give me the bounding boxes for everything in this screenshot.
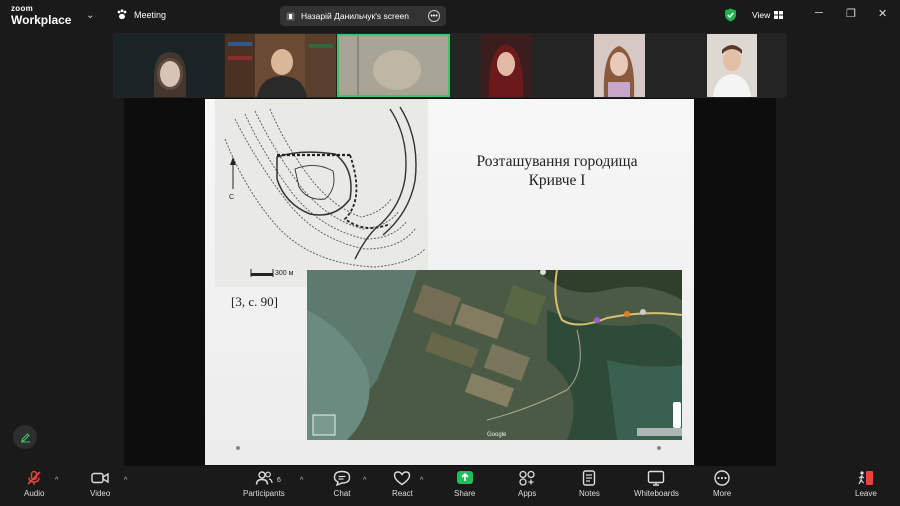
slide-title: Розташування городища Кривче I: [445, 152, 669, 190]
restore-icon[interactable]: ❐: [846, 7, 856, 20]
view-button[interactable]: View: [752, 10, 784, 20]
video-button[interactable]: Video: [90, 470, 110, 498]
whiteboards-button[interactable]: Whiteboards: [634, 470, 679, 498]
slide-dot-marker: [236, 446, 240, 450]
leave-door-icon: [858, 471, 873, 485]
video-options-caret-icon[interactable]: ^: [124, 477, 127, 484]
zoom-logo: zoom Workplace: [11, 4, 72, 27]
map-scale-label: 300 м: [275, 270, 294, 277]
slide-title-line1: Розташування городища: [476, 153, 638, 170]
leave-button[interactable]: Leave: [855, 470, 877, 498]
participant-avatar: [594, 34, 645, 97]
participants-label: Participants: [243, 489, 285, 498]
participant-video[interactable]: [481, 34, 532, 97]
ellipsis-icon[interactable]: •••: [428, 10, 440, 22]
screen-share-icon: [286, 12, 295, 20]
audio-label: Audio: [24, 489, 45, 498]
meeting-label: Meeting: [134, 9, 167, 20]
apps-icon: [519, 470, 535, 486]
meeting-toolbar: Audio ^ Video ^ Participants 6 ^ Chat ^ …: [0, 466, 900, 506]
react-options-caret-icon[interactable]: ^: [420, 477, 423, 484]
participant-avatar: [481, 34, 532, 97]
participant-video-active-speaker[interactable]: [337, 34, 450, 97]
whiteboards-label: Whiteboards: [634, 489, 679, 498]
chat-label: Chat: [333, 489, 351, 498]
logo-text-top: zoom: [11, 4, 34, 13]
audio-button[interactable]: Audio: [24, 470, 44, 498]
chat-options-caret-icon[interactable]: ^: [363, 477, 366, 484]
meeting-info-button[interactable]: Meeting: [116, 9, 166, 20]
topographic-map-drawing: C 300 м: [215, 99, 428, 287]
google-attribution: Google: [487, 432, 507, 438]
participant-video[interactable]: [594, 34, 645, 97]
more-label: More: [713, 489, 732, 498]
chevron-down-icon[interactable]: ⌄: [86, 10, 94, 21]
participant-video[interactable]: [225, 34, 336, 97]
heart-icon: [394, 471, 411, 486]
apps-button[interactable]: Apps: [518, 470, 536, 498]
satellite-image: Google: [307, 270, 682, 440]
grid-icon: [774, 11, 784, 19]
video-camera-icon: [91, 472, 109, 484]
share-button[interactable]: Share: [454, 470, 475, 498]
slide-dot-marker: [657, 446, 661, 450]
video-label: Video: [90, 489, 111, 498]
participant-video[interactable]: [707, 34, 757, 97]
notes-button[interactable]: Notes: [579, 470, 600, 498]
annotate-button[interactable]: [13, 425, 37, 449]
slide-citation: [3, с. 90]: [231, 294, 278, 309]
participant-avatar: [154, 52, 186, 97]
notes-icon: [583, 470, 596, 486]
participants-options-caret-icon[interactable]: ^: [300, 477, 303, 484]
pencil-icon: [20, 432, 30, 442]
notes-label: Notes: [579, 489, 600, 498]
view-label: View: [752, 10, 771, 20]
screen-share-label: Назарій Данильчук's screen: [301, 11, 410, 21]
share-screen-icon: [456, 471, 473, 484]
microphone-muted-icon: [27, 470, 41, 485]
svg-text:C: C: [229, 194, 234, 201]
slide-title-line2: Кривче I: [528, 172, 586, 189]
security-shield-icon[interactable]: [724, 8, 737, 22]
paw-icon: [117, 9, 127, 20]
participant-avatar: [225, 34, 336, 97]
chat-button[interactable]: Chat: [333, 470, 351, 498]
participant-avatar: [337, 34, 450, 97]
leave-label: Leave: [855, 489, 877, 498]
participant-avatar: [707, 34, 757, 97]
minimize-icon[interactable]: ─: [815, 7, 823, 19]
whiteboard-icon: [648, 470, 665, 486]
apps-label: Apps: [518, 489, 537, 498]
react-button[interactable]: React: [392, 470, 413, 498]
more-button[interactable]: More: [713, 470, 731, 498]
participant-video[interactable]: [114, 34, 224, 97]
participants-icon: [255, 471, 273, 485]
more-icon: [714, 470, 730, 486]
participants-button[interactable]: Participants: [243, 470, 285, 498]
screen-share-indicator[interactable]: Назарій Данильчук's screen •••: [280, 6, 446, 26]
audio-options-caret-icon[interactable]: ^: [55, 477, 58, 484]
logo-text-bottom: Workplace: [11, 13, 72, 27]
react-label: React: [392, 489, 413, 498]
close-icon[interactable]: ✕: [878, 7, 887, 20]
chat-bubble-icon: [333, 470, 351, 486]
share-label: Share: [454, 489, 476, 498]
participants-count-badge: 6: [277, 477, 281, 484]
title-bar: zoom Workplace ⌄ Meeting Назарій Данильч…: [0, 0, 900, 32]
